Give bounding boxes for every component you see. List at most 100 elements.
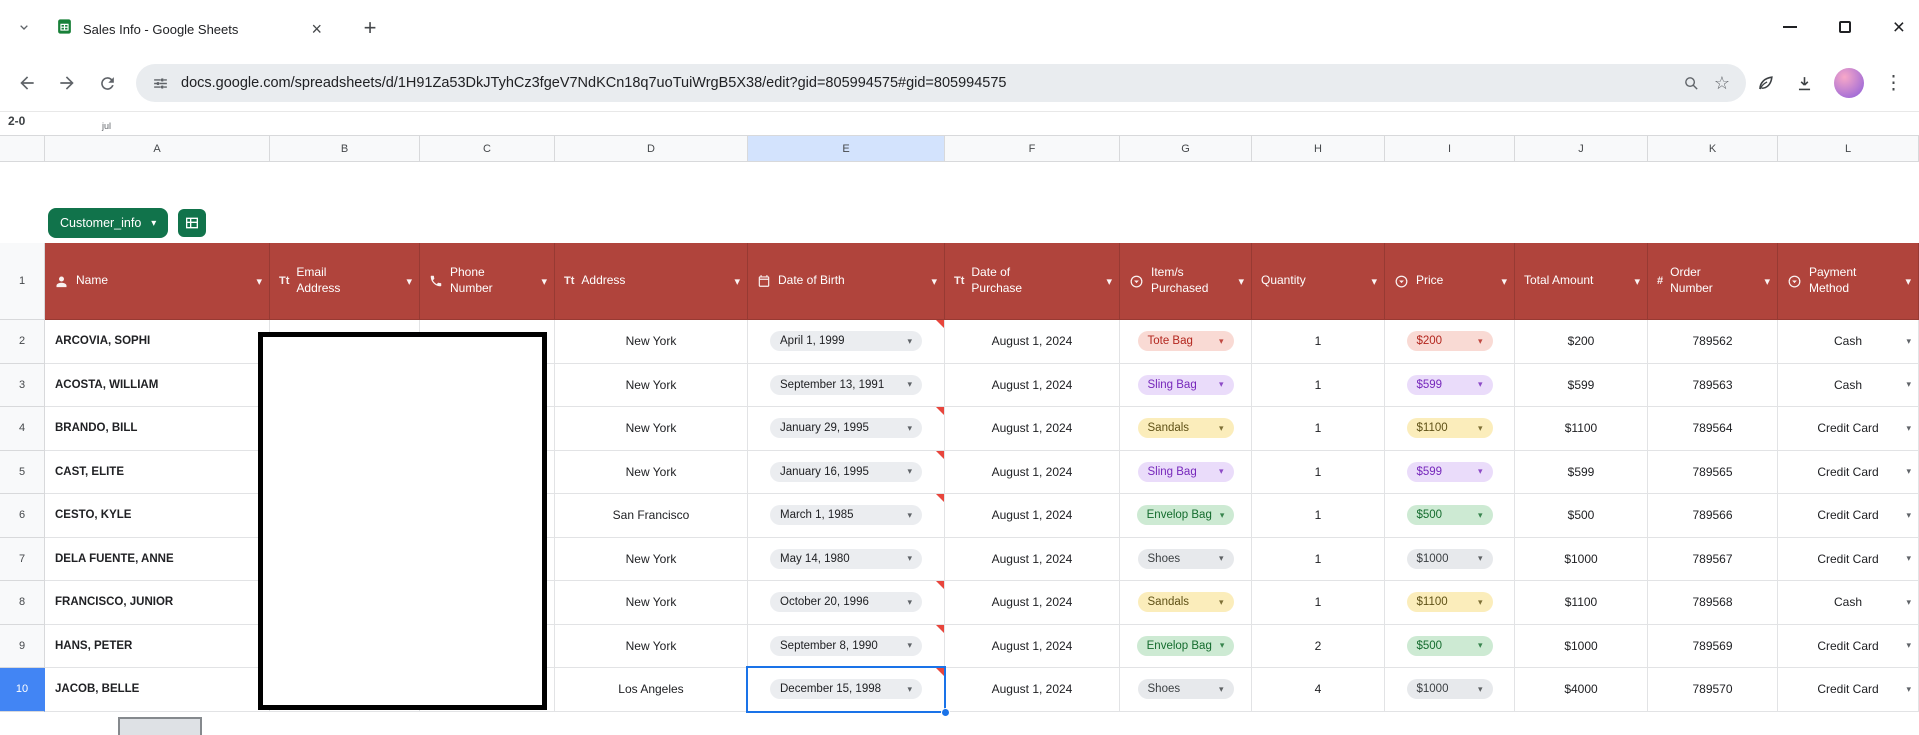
row-header-4[interactable]: 4 <box>0 407 45 451</box>
dob-dropdown-chip[interactable]: January 29, 1995 ▾ <box>770 418 922 439</box>
cell-total-amount[interactable]: $1100 <box>1515 581 1648 625</box>
cell-address[interactable]: Los Angeles <box>555 668 748 712</box>
cell-order-number[interactable]: 789563 <box>1648 363 1778 407</box>
column-header-C[interactable]: C <box>420 136 555 161</box>
dob-dropdown-chip[interactable]: December 15, 1998 ▾ <box>770 679 922 700</box>
chevron-down-icon[interactable]: ▾ <box>1906 336 1911 347</box>
column-menu-chevron-icon[interactable]: ▾ <box>931 275 937 288</box>
cell-payment-method[interactable]: Credit Card ▾ <box>1778 494 1919 538</box>
table-header-payment-method[interactable]: Payment Method ▾ <box>1778 243 1919 320</box>
price-dropdown-chip[interactable]: $500 ▾ <box>1406 505 1493 526</box>
cell-quantity[interactable]: 1 <box>1252 320 1385 364</box>
chevron-down-icon[interactable]: ▾ <box>1906 466 1911 477</box>
cell-date-of-birth[interactable]: December 15, 1998 ▾ <box>748 668 945 712</box>
item-dropdown-chip[interactable]: Envelop Bag ▾ <box>1136 505 1235 526</box>
dob-dropdown-chip[interactable]: April 1, 1999 ▾ <box>770 331 922 352</box>
cell-date-of-birth[interactable]: October 20, 1996 ▾ <box>748 581 945 625</box>
table-grid-icon[interactable] <box>178 209 207 237</box>
cell-address[interactable]: New York <box>555 537 748 581</box>
tab-close-icon[interactable]: × <box>309 20 324 38</box>
cell-address[interactable]: New York <box>555 407 748 451</box>
column-header-B[interactable]: B <box>270 136 420 161</box>
column-menu-chevron-icon[interactable]: ▾ <box>256 275 262 288</box>
cell-price[interactable]: $1100 ▾ <box>1385 407 1515 451</box>
cell-quantity[interactable]: 1 <box>1252 494 1385 538</box>
cell-name[interactable]: JACOB, BELLE <box>45 668 270 712</box>
price-dropdown-chip[interactable]: $1000 ▾ <box>1406 548 1493 569</box>
cell-date-of-birth[interactable]: January 29, 1995 ▾ <box>748 407 945 451</box>
price-dropdown-chip[interactable]: $599 ▾ <box>1406 461 1493 482</box>
cell-item-purchased[interactable]: Shoes ▾ <box>1120 537 1252 581</box>
cell-date-of-birth[interactable]: September 13, 1991 ▾ <box>748 363 945 407</box>
cell-total-amount[interactable]: $200 <box>1515 320 1648 364</box>
cell-address[interactable]: New York <box>555 450 748 494</box>
cell-item-purchased[interactable]: Envelop Bag ▾ <box>1120 624 1252 668</box>
table-header-quantity[interactable]: Quantity ▾ <box>1252 243 1385 320</box>
cell-total-amount[interactable]: $1000 <box>1515 624 1648 668</box>
row-header-5[interactable]: 5 <box>0 450 45 494</box>
price-dropdown-chip[interactable]: $1100 ▾ <box>1406 592 1493 613</box>
cell-date-of-birth[interactable]: September 8, 1990 ▾ <box>748 624 945 668</box>
cell-price[interactable]: $1000 ▾ <box>1385 537 1515 581</box>
column-header-E[interactable]: E <box>748 136 945 161</box>
cell-order-number[interactable]: 789570 <box>1648 668 1778 712</box>
dob-dropdown-chip[interactable]: January 16, 1995 ▾ <box>770 461 922 482</box>
column-menu-chevron-icon[interactable]: ▾ <box>1106 275 1112 288</box>
extension-icon[interactable] <box>1756 74 1775 93</box>
cell-price[interactable]: $599 ▾ <box>1385 363 1515 407</box>
download-icon[interactable] <box>1795 74 1814 93</box>
cell-date-of-birth[interactable]: January 16, 1995 ▾ <box>748 450 945 494</box>
table-header-total-amount[interactable]: Total Amount ▾ <box>1515 243 1648 320</box>
item-dropdown-chip[interactable]: Envelop Bag ▾ <box>1136 635 1235 656</box>
address-bar[interactable]: docs.google.com/spreadsheets/d/1H91Za53D… <box>136 64 1746 102</box>
cell-date-of-purchase[interactable]: August 1, 2024 <box>945 624 1120 668</box>
price-dropdown-chip[interactable]: $500 ▾ <box>1406 635 1493 656</box>
cell-price[interactable]: $1000 ▾ <box>1385 668 1515 712</box>
column-header-D[interactable]: D <box>555 136 748 161</box>
cell-total-amount[interactable]: $599 <box>1515 363 1648 407</box>
dob-dropdown-chip[interactable]: March 1, 1985 ▾ <box>770 505 922 526</box>
row-header-7[interactable]: 7 <box>0 537 45 581</box>
cell-item-purchased[interactable]: Envelop Bag ▾ <box>1120 494 1252 538</box>
cell-price[interactable]: $200 ▾ <box>1385 320 1515 364</box>
cell-payment-method[interactable]: Credit Card ▾ <box>1778 407 1919 451</box>
chevron-down-icon[interactable]: ▾ <box>1906 379 1911 390</box>
cell-total-amount[interactable]: $1000 <box>1515 537 1648 581</box>
dob-dropdown-chip[interactable]: May 14, 1980 ▾ <box>770 548 922 569</box>
column-menu-chevron-icon[interactable]: ▾ <box>1371 275 1377 288</box>
cell-payment-method[interactable]: Credit Card ▾ <box>1778 450 1919 494</box>
url-text[interactable]: docs.google.com/spreadsheets/d/1H91Za53D… <box>181 75 1669 91</box>
cell-date-of-purchase[interactable]: August 1, 2024 <box>945 537 1120 581</box>
chevron-down-icon[interactable]: ▾ <box>1906 423 1911 434</box>
cell-payment-method[interactable]: Credit Card ▾ <box>1778 668 1919 712</box>
chevron-down-icon[interactable]: ▾ <box>1906 597 1911 608</box>
column-menu-chevron-icon[interactable]: ▾ <box>1238 275 1244 288</box>
price-dropdown-chip[interactable]: $200 ▾ <box>1406 331 1493 352</box>
column-menu-chevron-icon[interactable]: ▾ <box>1634 275 1640 288</box>
chevron-down-icon[interactable]: ▾ <box>1906 684 1911 695</box>
zoom-icon[interactable] <box>1683 75 1700 92</box>
cell-name[interactable]: ARCOVIA, SOPHI <box>45 320 270 364</box>
dob-dropdown-chip[interactable]: October 20, 1996 ▾ <box>770 592 922 613</box>
cell-quantity[interactable]: 1 <box>1252 450 1385 494</box>
table-header-date-of-purchase[interactable]: Tt Date of Purchase ▾ <box>945 243 1120 320</box>
cell-item-purchased[interactable]: Tote Bag ▾ <box>1120 320 1252 364</box>
cell-quantity[interactable]: 1 <box>1252 407 1385 451</box>
row-header-3[interactable]: 3 <box>0 363 45 407</box>
table-header-name[interactable]: Name ▾ <box>45 243 270 320</box>
chevron-down-icon[interactable]: ▾ <box>1906 553 1911 564</box>
cell-date-of-purchase[interactable]: August 1, 2024 <box>945 668 1120 712</box>
cell-price[interactable]: $1100 ▾ <box>1385 581 1515 625</box>
browser-menu-icon[interactable]: ⋮ <box>1884 72 1903 95</box>
cell-total-amount[interactable]: $4000 <box>1515 668 1648 712</box>
cell-address[interactable]: New York <box>555 363 748 407</box>
dob-dropdown-chip[interactable]: September 8, 1990 ▾ <box>770 635 922 656</box>
column-menu-chevron-icon[interactable]: ▾ <box>541 275 547 288</box>
cell-order-number[interactable]: 789569 <box>1648 624 1778 668</box>
cell-address[interactable]: New York <box>555 320 748 364</box>
cell-name[interactable]: ACOSTA, WILLIAM <box>45 363 270 407</box>
sheet-corner-select-all[interactable] <box>0 136 45 161</box>
row-header-8[interactable]: 8 <box>0 581 45 625</box>
cell-item-purchased[interactable]: Sandals ▾ <box>1120 581 1252 625</box>
column-header-J[interactable]: J <box>1515 136 1648 161</box>
